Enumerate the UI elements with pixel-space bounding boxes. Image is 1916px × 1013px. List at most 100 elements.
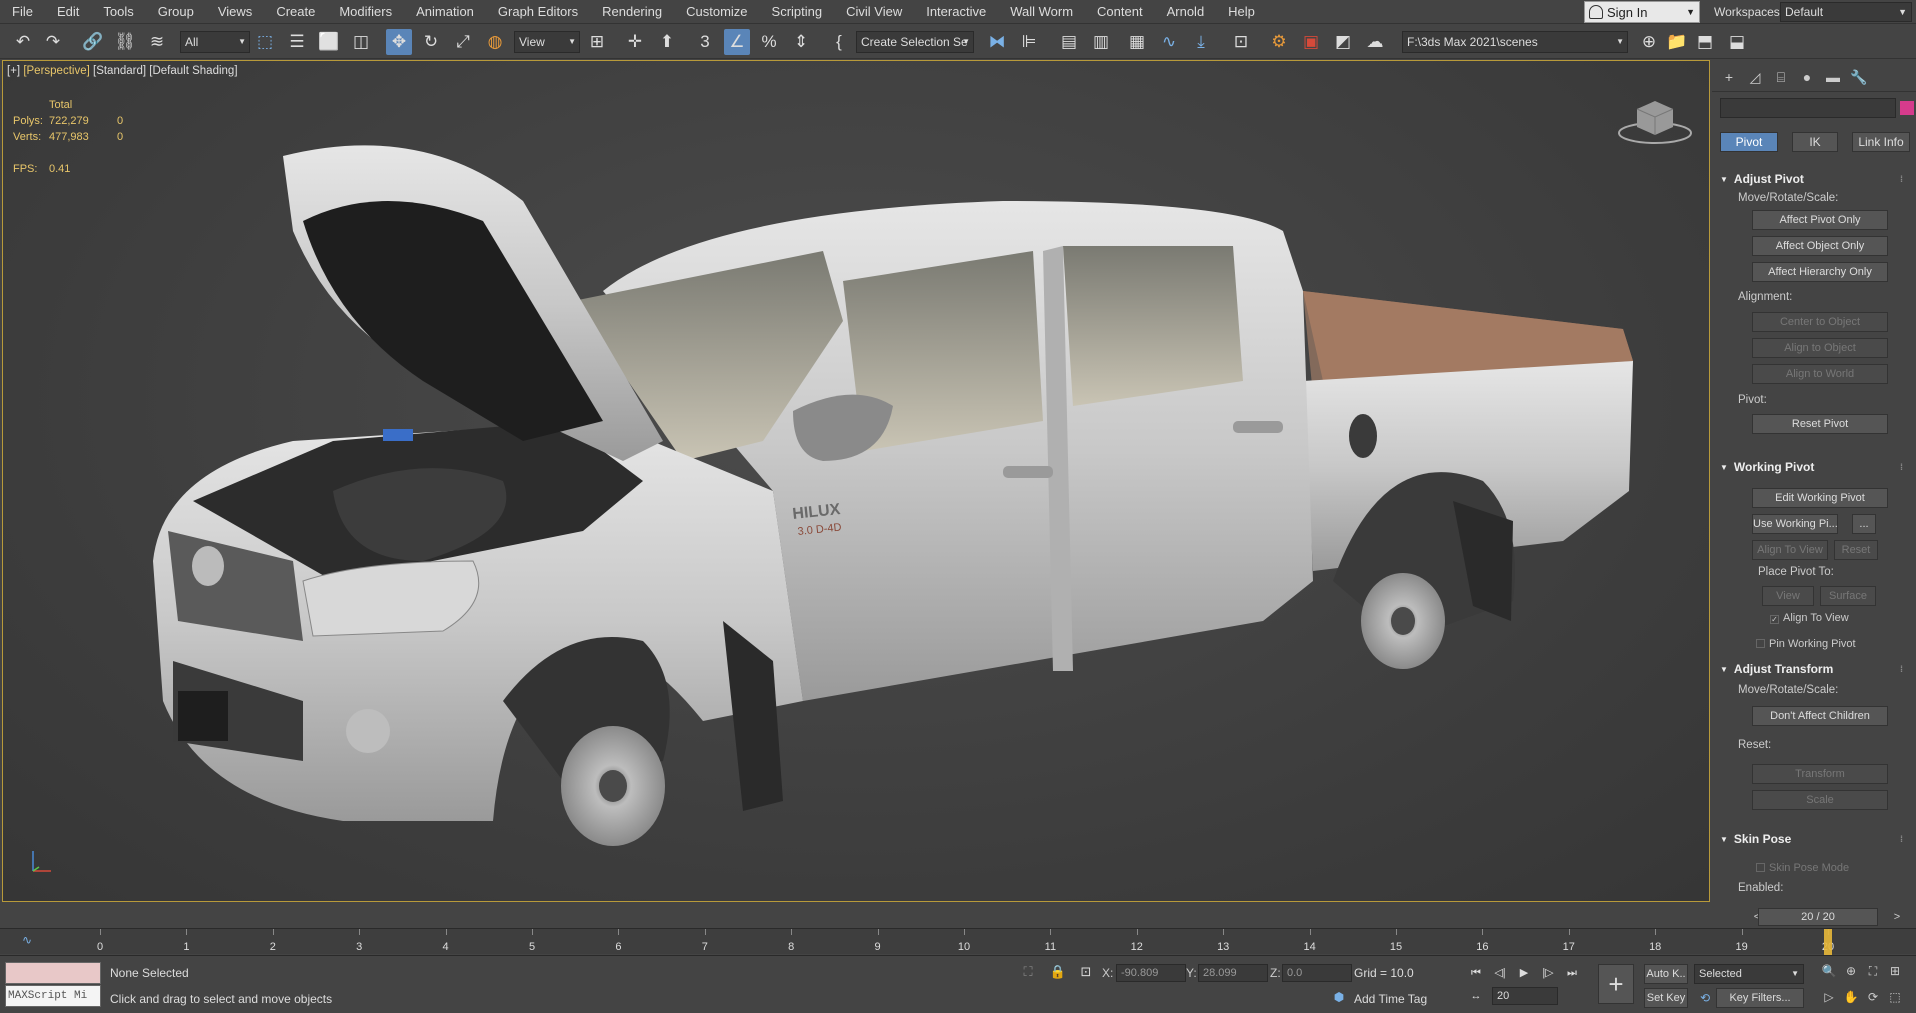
layer-explorer-icon[interactable]: ▥ (1088, 29, 1114, 55)
zoom-all-icon[interactable]: ⊕ (1842, 962, 1860, 980)
menu-wall-worm[interactable]: Wall Worm (998, 0, 1085, 24)
timeline[interactable]: ∿ 01234567891011121314151617181920 (0, 928, 1916, 955)
select-object-icon[interactable]: ⬚ (252, 29, 278, 55)
curve-editor-icon[interactable]: ∿ (1156, 29, 1182, 55)
x-coord-field[interactable]: -90.809 (1116, 964, 1186, 982)
project-set-icon[interactable]: ⬒ (1692, 29, 1718, 55)
snaps-toggle-icon[interactable]: 3 (692, 29, 718, 55)
y-coord-field[interactable]: 28.099 (1198, 964, 1268, 982)
mirror-icon[interactable]: ⧓ (984, 29, 1010, 55)
set-key-button[interactable]: + (1598, 964, 1634, 1004)
utilities-tab-icon[interactable]: 🔧 (1848, 68, 1870, 86)
ik-tab[interactable]: IK (1792, 132, 1838, 152)
skin-pose-mode-checkbox[interactable]: Skin Pose Mode (1756, 862, 1849, 874)
working-pivot-reset-button[interactable]: Reset (1834, 540, 1878, 560)
menu-graph-editors[interactable]: Graph Editors (486, 0, 590, 24)
perspective-viewport[interactable]: [+] [Perspective] [Standard] [Default Sh… (2, 60, 1710, 902)
menu-group[interactable]: Group (146, 0, 206, 24)
affect-object-only-button[interactable]: Affect Object Only (1752, 236, 1888, 256)
pickup-truck-model[interactable]: HILUX 3.0 D-4D (3, 61, 1710, 902)
window-crossing-icon[interactable]: ◫ (348, 29, 374, 55)
pan-view-icon[interactable]: ✋ (1842, 988, 1860, 1006)
zoom-extents-icon[interactable]: ⛶ (1864, 962, 1882, 980)
zoom-icon[interactable]: 🔍 (1820, 962, 1838, 980)
timeline-ruler[interactable]: 01234567891011121314151617181920 (62, 929, 1914, 955)
toggle-ribbon-icon[interactable]: ▦ (1124, 29, 1150, 55)
affect-pivot-only-button[interactable]: Affect Pivot Only (1752, 210, 1888, 230)
scene-explorer-icon[interactable]: ▤ (1056, 29, 1082, 55)
play-icon[interactable]: ▶ (1514, 964, 1534, 982)
isolate-selection-icon[interactable]: ⛶ (1018, 962, 1038, 982)
project-assets-icon[interactable]: ⬓ (1724, 29, 1750, 55)
selection-filter-select[interactable]: All ▼ (180, 31, 250, 53)
time-configuration-icon[interactable]: ↔ (1466, 987, 1486, 1005)
project-open-icon[interactable]: 📁 (1664, 29, 1690, 55)
set-key-mode-button[interactable]: Set Key (1644, 988, 1688, 1008)
menu-views[interactable]: Views (206, 0, 264, 24)
adjust-transform-rollout[interactable]: ▼ Adjust Transform ⁞ (1720, 662, 1912, 680)
pivot-tab[interactable]: Pivot (1720, 132, 1778, 152)
field-of-view-icon[interactable]: ▷ (1820, 988, 1838, 1006)
rendered-frame-window-icon[interactable]: ▣ (1298, 29, 1324, 55)
edit-named-selection-icon[interactable]: { (826, 29, 852, 55)
menu-animation[interactable]: Animation (404, 0, 486, 24)
menu-create[interactable]: Create (264, 0, 327, 24)
reset-pivot-button[interactable]: Reset Pivot (1752, 414, 1888, 434)
go-to-start-icon[interactable]: ⏮ (1466, 964, 1486, 982)
undo-icon[interactable]: ↶ (10, 29, 36, 55)
center-to-object-button[interactable]: Center to Object (1752, 312, 1888, 332)
project-folder-select[interactable]: F:\3ds Max 2021\scenes ▼ (1402, 31, 1628, 53)
percent-snap-icon[interactable]: % (756, 29, 782, 55)
render-in-cloud-icon[interactable]: ☁ (1362, 29, 1388, 55)
reset-scale-button[interactable]: Scale (1752, 790, 1888, 810)
sign-in-dropdown[interactable]: Sign In ▼ (1584, 1, 1700, 23)
redo-icon[interactable]: ↷ (40, 29, 66, 55)
menu-content[interactable]: Content (1085, 0, 1155, 24)
workspace-select[interactable]: Default ▼ (1780, 2, 1912, 22)
key-mode-toggle-icon[interactable]: ⟲ (1696, 989, 1714, 1007)
place-pivot-view-button[interactable]: View (1762, 586, 1814, 606)
unlink-icon[interactable]: ⛓ (112, 29, 138, 55)
menu-arnold[interactable]: Arnold (1155, 0, 1217, 24)
select-manipulate-icon[interactable]: ✛ (622, 29, 648, 55)
motion-tab-icon[interactable]: ● (1796, 68, 1818, 86)
mini-curve-editor-icon[interactable]: ∿ (22, 933, 32, 947)
use-working-pivot-button[interactable]: Use Working Pi... (1752, 514, 1838, 534)
menu-interactive[interactable]: Interactive (914, 0, 998, 24)
orbit-icon[interactable]: ⟳ (1864, 988, 1882, 1006)
z-coord-field[interactable]: 0.0 (1282, 964, 1352, 982)
selection-lock-icon[interactable]: 🔒 (1048, 962, 1068, 982)
next-frame-icon[interactable]: |▷ (1538, 964, 1558, 982)
object-name-field[interactable] (1720, 98, 1896, 118)
current-frame-field[interactable]: 20 (1492, 987, 1558, 1005)
menu-edit[interactable]: Edit (45, 0, 91, 24)
edit-working-pivot-button[interactable]: Edit Working Pivot (1752, 488, 1888, 508)
menu-scripting[interactable]: Scripting (760, 0, 835, 24)
rect-selection-region-icon[interactable]: ⬜ (316, 29, 342, 55)
key-filter-selected-dropdown[interactable]: Selected ▼ (1694, 964, 1804, 984)
go-to-end-icon[interactable]: ⏭ (1562, 964, 1582, 982)
project-new-icon[interactable]: ⊕ (1636, 29, 1662, 55)
hierarchy-tab-icon[interactable]: ⌸ (1770, 68, 1792, 86)
maximize-viewport-icon[interactable]: ⬚ (1886, 988, 1904, 1006)
auto-key-button[interactable]: Auto K.. (1644, 964, 1688, 984)
keyboard-shortcut-override-icon[interactable]: ⬆ (654, 29, 680, 55)
create-tab-icon[interactable]: + (1718, 68, 1740, 86)
adjust-pivot-rollout[interactable]: ▼ Adjust Pivot ⁞ (1720, 172, 1912, 190)
modify-tab-icon[interactable]: ◿ (1744, 68, 1766, 86)
reset-transform-button[interactable]: Transform (1752, 764, 1888, 784)
absolute-mode-transform-icon[interactable]: ⊡ (1076, 962, 1096, 982)
time-slider-counter[interactable]: 20 / 20 (1758, 908, 1878, 926)
bind-spacewarp-icon[interactable]: ≋ (144, 29, 170, 55)
align-icon[interactable]: ⊫ (1016, 29, 1042, 55)
select-by-name-icon[interactable]: ☰ (284, 29, 310, 55)
affect-hierarchy-only-button[interactable]: Affect Hierarchy Only (1752, 262, 1888, 282)
render-setup-icon[interactable]: ⚙ (1266, 29, 1292, 55)
place-pivot-surface-button[interactable]: Surface (1820, 586, 1876, 606)
working-pivot-rollout[interactable]: ▼ Working Pivot ⁞ (1720, 460, 1912, 478)
add-time-tag[interactable]: Add Time Tag (1354, 992, 1427, 1006)
named-selection-sets-select[interactable]: Create Selection Se ▼ (856, 31, 974, 53)
angle-snap-icon[interactable]: ∠ (724, 29, 750, 55)
zoom-extents-all-icon[interactable]: ⊞ (1886, 962, 1904, 980)
menu-help[interactable]: Help (1216, 0, 1267, 24)
